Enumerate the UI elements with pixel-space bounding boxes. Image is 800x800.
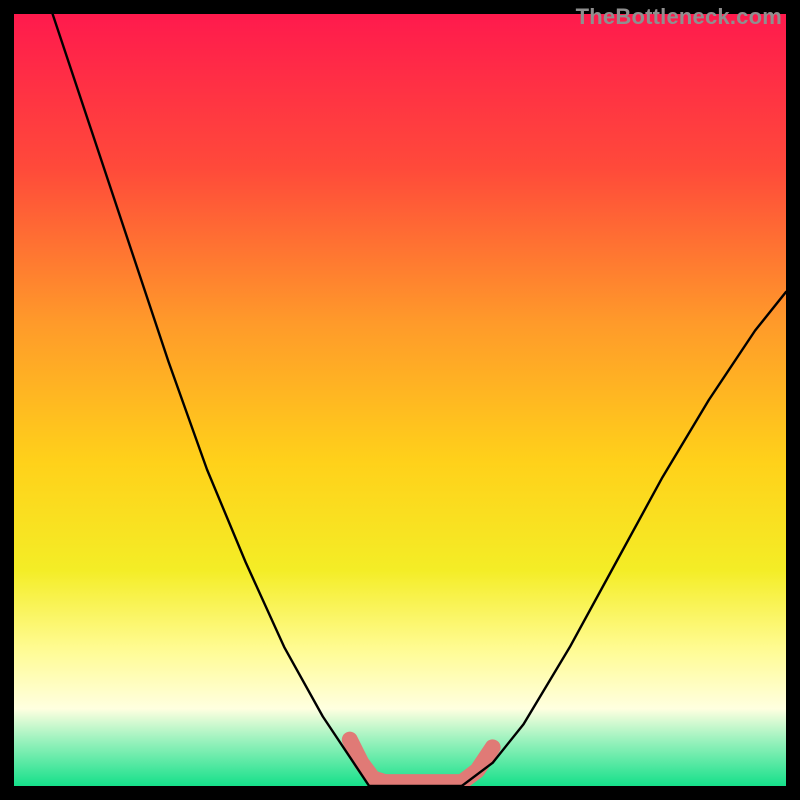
- chart-frame: [14, 14, 786, 786]
- watermark-text: TheBottleneck.com: [576, 4, 782, 30]
- gradient-background: [14, 14, 786, 786]
- bottleneck-chart: [14, 14, 786, 786]
